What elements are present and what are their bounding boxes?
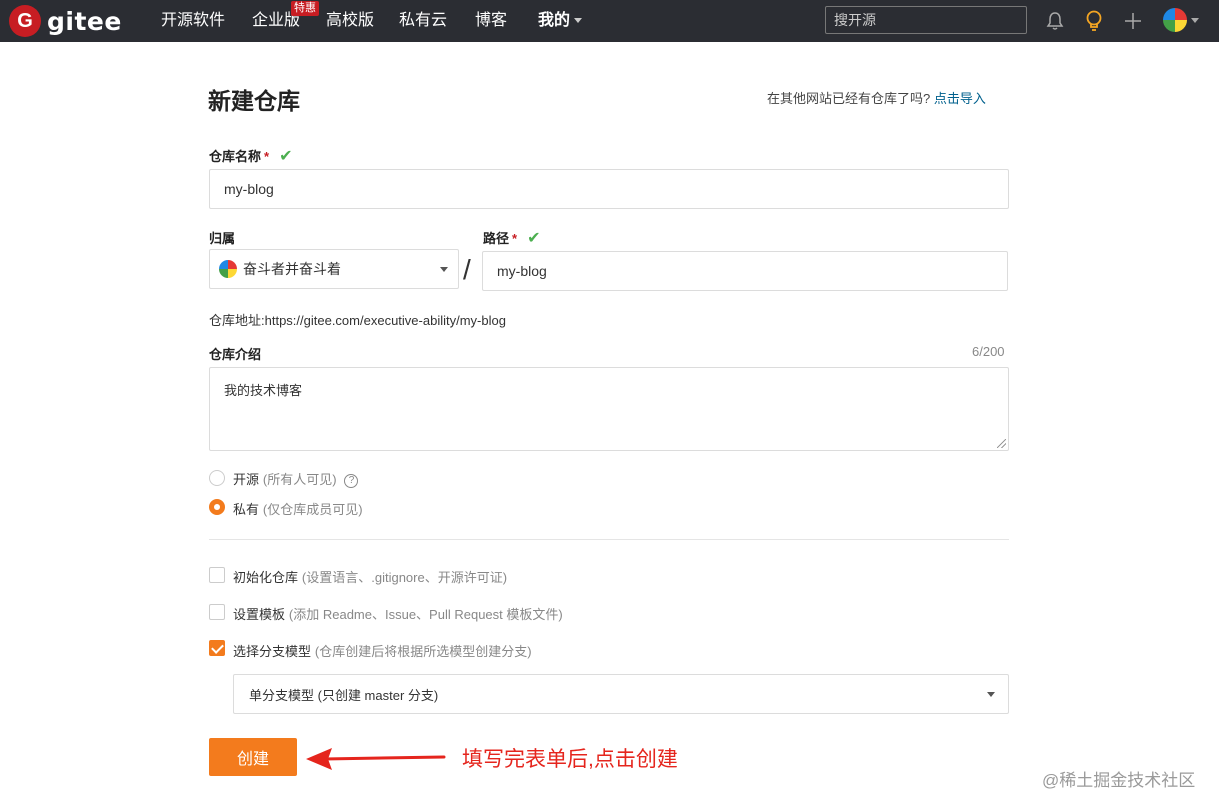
init-repo-checkbox[interactable] xyxy=(209,567,225,583)
required-mark: * xyxy=(512,231,518,246)
nav-mine-label: 我的 xyxy=(538,12,571,29)
import-link[interactable]: 点击导入 xyxy=(934,91,986,106)
branch-model-checkbox[interactable] xyxy=(209,640,225,656)
import-hint: 在其他网站已经有仓库了吗? 点击导入 xyxy=(767,88,986,107)
branch-model-option[interactable]: 选择分支模型 (仓库创建后将根据所选模型创建分支) xyxy=(233,641,532,660)
owner-label: 归属 xyxy=(209,231,236,246)
path-label: 路径 * ✔ xyxy=(483,228,540,248)
resize-handle-icon[interactable] xyxy=(997,439,1006,448)
public-label: 开源 xyxy=(233,472,260,487)
search-input[interactable]: 搜开源 xyxy=(825,6,1027,34)
annotation-arrow-icon xyxy=(306,748,446,770)
nav-mine[interactable]: 我的 xyxy=(538,11,583,31)
enterprise-promo-badge: 特惠 xyxy=(291,1,319,16)
repo-name-label: 仓库名称 * ✔ xyxy=(209,146,292,166)
gitee-logo[interactable]: G gitee xyxy=(9,5,122,37)
path-label-text: 路径 xyxy=(483,231,510,246)
private-label: 私有 xyxy=(233,502,260,517)
import-hint-text: 在其他网站已经有仓库了吗? xyxy=(767,91,931,106)
avatar-chevron-down-icon[interactable] xyxy=(1191,18,1199,23)
desc-label: 仓库介绍 xyxy=(209,347,262,362)
required-mark: * xyxy=(264,149,270,164)
init-repo-sub: (设置语言、.gitignore、开源许可证) xyxy=(301,570,508,585)
radio-public[interactable] xyxy=(209,470,225,486)
nav-open-source[interactable]: 开源软件 xyxy=(161,11,225,31)
lightbulb-icon[interactable] xyxy=(1082,9,1106,33)
public-sub: (所有人可见) xyxy=(262,472,337,487)
divider xyxy=(209,539,1009,540)
nav-university[interactable]: 高校版 xyxy=(326,11,374,31)
desc-textarea-value: 我的技术博客 xyxy=(224,383,303,398)
desc-textarea[interactable]: 我的技术博客 xyxy=(209,367,1009,451)
caret-down-icon xyxy=(440,267,448,272)
nav-blog[interactable]: 博客 xyxy=(475,11,507,31)
path-separator: / xyxy=(463,254,471,285)
branch-model-select[interactable]: 单分支模型 (只创建 master 分支) xyxy=(233,674,1009,714)
repo-name-label-text: 仓库名称 xyxy=(209,149,262,164)
valid-check-icon: ✔ xyxy=(527,230,541,247)
init-repo-option[interactable]: 初始化仓库 (设置语言、.gitignore、开源许可证) xyxy=(233,567,507,586)
page-title: 新建仓库 xyxy=(208,88,300,114)
desc-counter: 6/200 xyxy=(972,344,1005,359)
plus-icon[interactable] xyxy=(1121,9,1145,33)
template-label: 设置模板 xyxy=(233,607,286,622)
caret-down-icon xyxy=(987,692,995,697)
repo-name-input[interactable]: my-blog xyxy=(209,169,1009,209)
owner-avatar xyxy=(219,260,237,278)
private-option[interactable]: 私有 (仅仓库成员可见) xyxy=(233,499,363,518)
branch-model-sub: (仓库创建后将根据所选模型创建分支) xyxy=(314,644,532,659)
template-option[interactable]: 设置模板 (添加 Readme、Issue、Pull Request 模板文件) xyxy=(233,604,563,623)
annotation-text: 填写完表单后,点击创建 xyxy=(462,748,678,771)
gitee-logo-text: gitee xyxy=(47,6,122,36)
create-button[interactable]: 创建 xyxy=(209,738,297,776)
watermark: @稀土掘金技术社区 xyxy=(1042,771,1196,790)
radio-private[interactable] xyxy=(209,499,225,515)
nav-private-cloud[interactable]: 私有云 xyxy=(399,11,447,31)
bell-icon[interactable] xyxy=(1043,9,1067,33)
owner-select[interactable]: 奋斗者并奋斗着 xyxy=(209,249,459,289)
valid-check-icon: ✔ xyxy=(279,148,293,165)
gitee-logo-icon: G xyxy=(9,5,41,37)
branch-model-select-value: 单分支模型 (只创建 master 分支) xyxy=(249,687,439,703)
public-option[interactable]: 开源 (所有人可见) ? xyxy=(233,469,359,488)
private-sub: (仅仓库成员可见) xyxy=(262,502,363,517)
template-sub: (添加 Readme、Issue、Pull Request 模板文件) xyxy=(288,607,563,622)
branch-model-label: 选择分支模型 xyxy=(233,644,312,659)
init-repo-label: 初始化仓库 xyxy=(233,570,299,585)
path-input[interactable]: my-blog xyxy=(482,251,1008,291)
repo-url: 仓库地址:https://gitee.com/executive-ability… xyxy=(209,313,506,328)
user-avatar[interactable] xyxy=(1163,8,1187,32)
template-checkbox[interactable] xyxy=(209,604,225,620)
help-icon[interactable]: ? xyxy=(344,474,359,488)
top-navbar: G gitee 开源软件 企业版 特惠 高校版 私有云 博客 我的 搜开源 xyxy=(0,0,1219,42)
chevron-down-icon xyxy=(574,18,583,24)
owner-select-value: 奋斗者并奋斗着 xyxy=(243,261,341,277)
